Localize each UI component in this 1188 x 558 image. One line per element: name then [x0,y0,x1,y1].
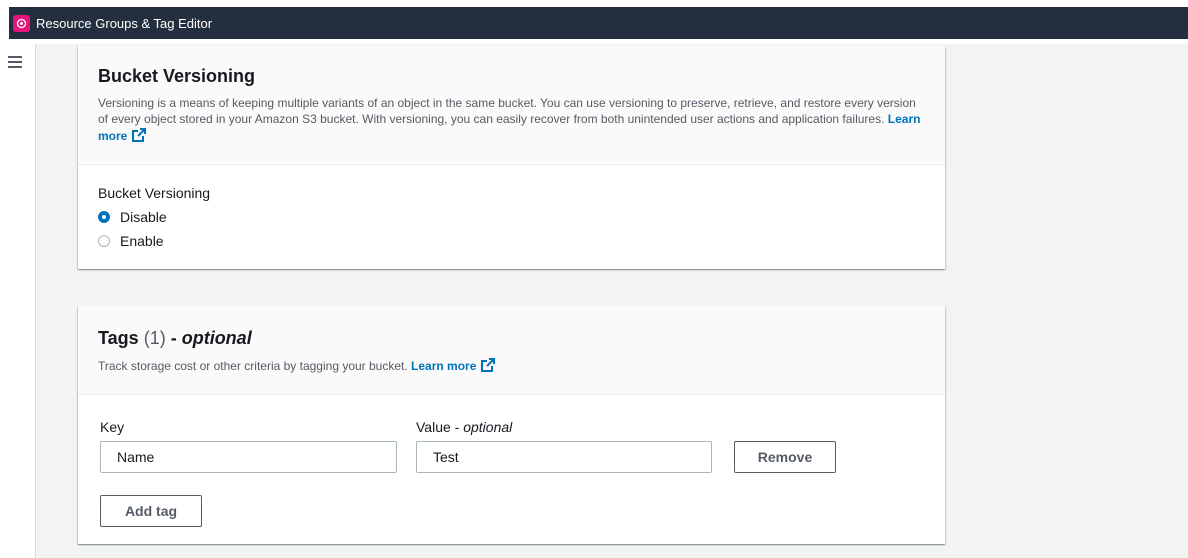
side-navigation [0,44,36,558]
tags-description: Track storage cost or other criteria by … [98,357,925,374]
tag-key-input[interactable]: Name [100,441,397,473]
bucket-versioning-panel: Bucket Versioning Versioning is a means … [78,46,945,269]
add-tag-button[interactable]: Add tag [100,495,202,527]
external-link-icon [132,128,147,142]
tags-count: (1) [143,328,166,348]
value-column-label: Value - optional [416,419,513,435]
bucket-versioning-header: Bucket Versioning Versioning is a means … [78,46,945,165]
resource-groups-icon[interactable] [13,14,30,32]
radio-enable-label: Enable [120,233,164,249]
hamburger-icon[interactable] [8,56,22,68]
versioning-field-label: Bucket Versioning [98,185,211,201]
radio-enable-input[interactable] [98,235,110,247]
top-bar: Resource Groups & Tag Editor [0,0,1188,44]
radio-enable[interactable]: Enable [98,233,925,249]
tags-body: Key Value - optional Name Test Remove Ad… [78,395,945,544]
tag-value-input[interactable]: Test [416,441,712,473]
app-title[interactable]: Resource Groups & Tag Editor [36,16,212,31]
radio-disable-input[interactable] [98,211,110,223]
tag-editor: Key Value - optional Name Test Remove Ad… [98,419,925,534]
bucket-versioning-body: Bucket Versioning Disable Enable [78,165,945,269]
radio-disable-label: Disable [120,209,167,225]
tags-title: Tags (1) - optional [98,328,252,348]
radio-disable[interactable]: Disable [98,209,925,225]
tags-optional: optional [181,328,252,348]
tags-header: Tags (1) - optional Track storage cost o… [78,306,945,395]
bucket-versioning-title: Bucket Versioning [98,66,256,86]
key-column-label: Key [100,419,125,435]
tags-panel: Tags (1) - optional Track storage cost o… [78,306,945,544]
app-header: Resource Groups & Tag Editor [9,7,1188,39]
external-link-icon [481,358,496,372]
bucket-versioning-description: Versioning is a means of keeping multipl… [98,96,921,143]
tags-learn-more-link[interactable]: Learn more [411,358,496,373]
remove-tag-button[interactable]: Remove [734,441,836,473]
